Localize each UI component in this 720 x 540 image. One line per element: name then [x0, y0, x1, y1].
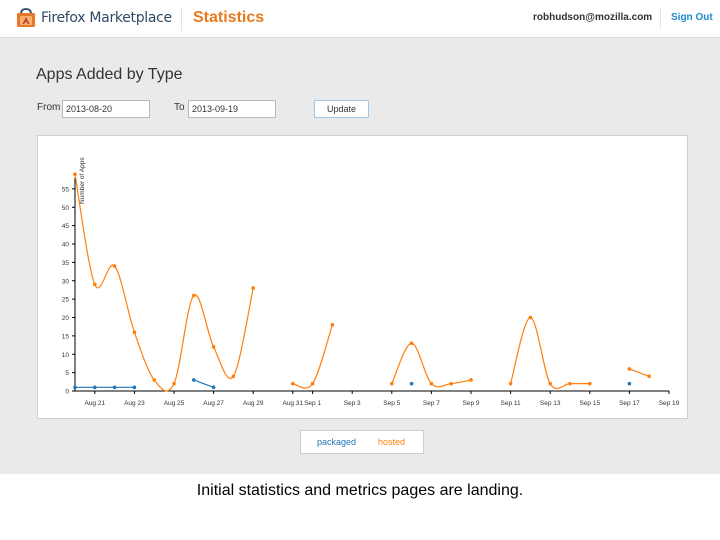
y-tick-label: 15: [62, 333, 70, 340]
page-title: Statistics: [193, 9, 265, 26]
chart-legend: packaged hosted: [300, 430, 424, 454]
header-divider: [181, 7, 182, 31]
hosted-point: [291, 381, 295, 386]
packaged-point: [211, 385, 216, 390]
x-tick-label: Aug 23: [124, 400, 145, 407]
packaged-point: [93, 385, 97, 390]
hosted-point: [251, 286, 255, 290]
hosted-point: [132, 330, 137, 334]
hosted-point: [449, 381, 454, 386]
section-title: Apps Added by Type: [36, 66, 183, 83]
hosted-point: [429, 381, 434, 386]
hosted-point: [647, 374, 651, 379]
hosted-point: [152, 378, 156, 382]
chart-panel: 0 5 10 15 20 25 30 35 40 45 50 55 Aug 21 Aug 23 Aug 25…: [37, 135, 688, 419]
user-email[interactable]: robhudson@mozilla.com: [533, 12, 652, 23]
hosted-point: [627, 367, 632, 371]
hosted-point: [568, 381, 572, 386]
packaged-point: [73, 385, 77, 390]
y-tick-label: 35: [62, 260, 70, 267]
hosted-line: [510, 316, 590, 390]
sign-out-link[interactable]: Sign Out: [671, 12, 713, 23]
to-date-input[interactable]: [188, 100, 276, 118]
hosted-point: [548, 381, 552, 386]
packaged-line: [193, 379, 214, 388]
y-tick-label: 45: [62, 223, 70, 230]
x-tick-label: Aug 27: [203, 400, 224, 407]
x-tick-label: Sep 5: [383, 400, 400, 407]
header-divider-right: [660, 9, 661, 29]
from-label: From: [37, 102, 61, 113]
x-tick-label: Sep 13: [540, 400, 561, 407]
legend-hosted[interactable]: hosted: [378, 437, 405, 447]
hosted-line: [292, 324, 333, 389]
packaged-point: [627, 381, 632, 386]
y-tick-label: 20: [62, 315, 70, 322]
y-tick-label: 10: [62, 352, 70, 359]
packaged-point: [132, 385, 137, 390]
hosted-point: [192, 293, 196, 298]
x-tick-label: Aug 21: [84, 400, 105, 407]
hosted-point: [330, 323, 335, 327]
x-tick-label: Sep 15: [579, 400, 600, 407]
y-tick-label: 0: [65, 389, 69, 396]
x-tick-label: Sep 7: [423, 400, 440, 407]
y-tick-label: 25: [62, 297, 70, 304]
hosted-line: [391, 342, 472, 388]
hosted-point: [211, 345, 216, 349]
hosted-line: [74, 174, 254, 392]
marketplace-logo-icon: [17, 8, 35, 27]
hosted-point: [93, 282, 97, 287]
brand[interactable]: Firefox Marketplace: [16, 8, 172, 28]
to-label: To: [174, 102, 185, 113]
x-tick-label: Sep 11: [501, 400, 522, 407]
y-axis-label: Number of Apps: [79, 157, 86, 204]
update-button[interactable]: Update: [314, 100, 369, 118]
packaged-point: [112, 385, 117, 390]
x-tick-label: Aug 25: [164, 400, 185, 407]
hosted-point: [508, 381, 513, 386]
hosted-line: [629, 368, 650, 377]
packaged-point: [409, 381, 414, 386]
hosted-point: [469, 378, 473, 382]
packaged-point: [192, 378, 196, 382]
x-tick-label: Aug 29: [243, 400, 264, 407]
apps-by-type-chart: 0 5 10 15 20 25 30 35 40 45 50 55 Aug 21 Aug 23 Aug 25…: [62, 157, 680, 407]
stats-content: Apps Added by Type From To Update 0 5 10 15…: [0, 38, 720, 474]
hosted-point: [310, 381, 315, 386]
hosted-point: [409, 341, 414, 346]
slide-caption: Initial statistics and metrics pages are…: [196, 482, 524, 499]
hosted-point: [588, 381, 592, 386]
y-tick-label: 40: [62, 242, 70, 249]
top-bar: Firefox Marketplace Statistics robhudson…: [0, 0, 720, 38]
hosted-point: [73, 172, 77, 176]
x-tick-label: Sep 17: [619, 400, 640, 407]
x-tick-label: Sep 3: [344, 400, 361, 407]
x-tick-label: Aug 31: [282, 400, 303, 407]
hosted-point: [172, 381, 176, 386]
x-tick-label: Sep 1: [304, 400, 321, 407]
hosted-point: [390, 381, 394, 386]
hosted-point: [528, 315, 533, 320]
brand-name: Firefox Marketplace: [41, 10, 172, 26]
y-tick-label: 50: [62, 205, 70, 212]
y-tick-label: 30: [62, 278, 70, 285]
from-date-input[interactable]: [62, 100, 150, 118]
x-tick-label: Sep 9: [463, 400, 480, 407]
legend-packaged[interactable]: packaged: [317, 437, 356, 447]
y-tick-label: 55: [62, 186, 70, 193]
hosted-point: [231, 374, 236, 379]
y-tick-label: 5: [65, 370, 69, 377]
hosted-point: [112, 264, 117, 268]
x-tick-label: Sep 19: [659, 400, 680, 407]
